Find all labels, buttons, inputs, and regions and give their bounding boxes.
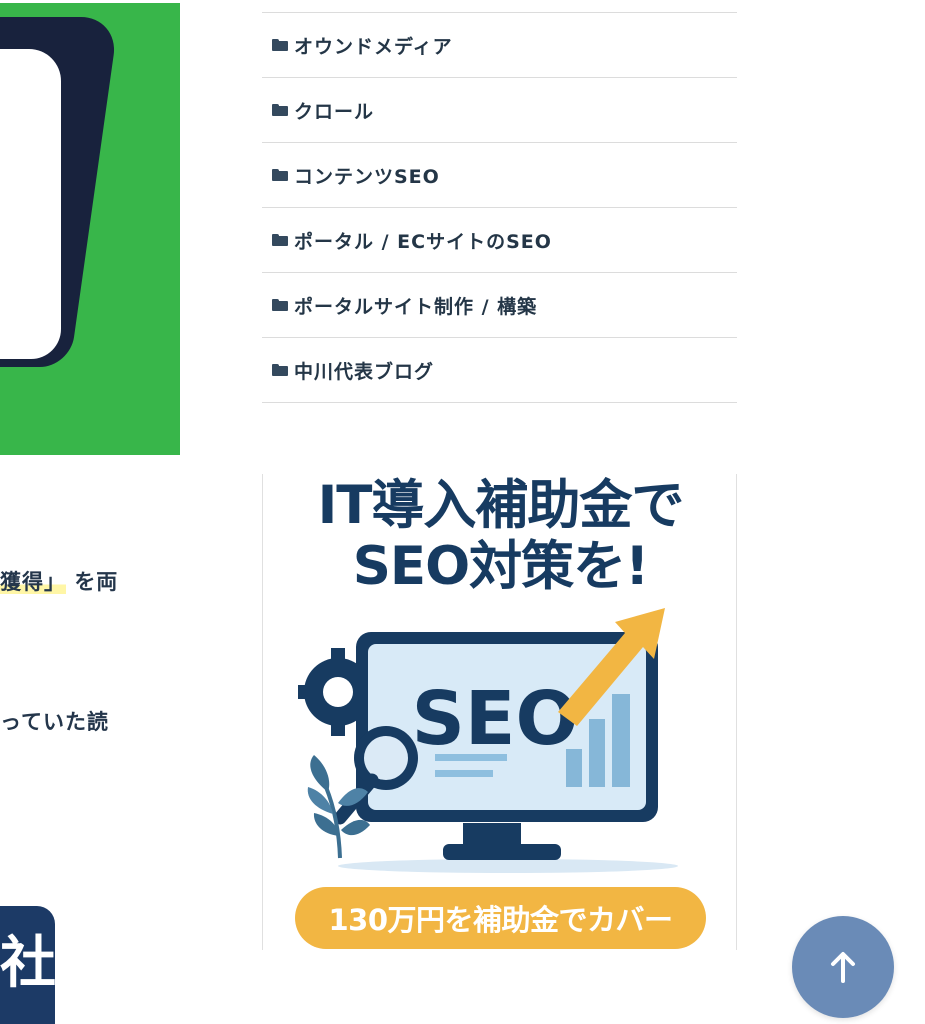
left-copy-text: を両 bbox=[74, 570, 119, 594]
category-label: ポータル / ECサイトのSEO bbox=[294, 230, 552, 253]
subsidy-cta-pill[interactable]: 130万円を補助金でカバー bbox=[295, 887, 706, 949]
folder-icon bbox=[272, 299, 288, 311]
category-label: コンテンツSEO bbox=[294, 165, 440, 188]
category-president-blog[interactable]: 中川代表ブログ bbox=[262, 338, 737, 403]
category-label: ポータルサイト制作 / 構築 bbox=[294, 295, 538, 318]
ad-title-line-2: SEO対策を! bbox=[352, 536, 650, 597]
category-content-seo[interactable]: コンテンツSEO bbox=[262, 143, 737, 208]
company-tile-text: 社 bbox=[0, 931, 55, 996]
category-crawl[interactable]: クロール bbox=[262, 78, 737, 143]
ad-title-line-1: IT導入補助金で bbox=[317, 475, 685, 536]
monitor-seo-text: SEO bbox=[412, 676, 579, 762]
category-list: オウンドメディア クロール コンテンツSEO ポータル / ECサイトのSEO … bbox=[262, 12, 737, 403]
company-tile: 社 bbox=[0, 906, 55, 1024]
inner-card: ーム 法 bbox=[0, 49, 61, 359]
left-copy-line-1: 獲得」 を両 bbox=[0, 566, 118, 596]
page: ーム 法 獲得」 を両 っていた読 社 オウンドメディア クロール コンテンツS… bbox=[0, 0, 925, 1024]
category-portal-ec-seo[interactable]: ポータル / ECサイトのSEO bbox=[262, 208, 737, 273]
category-label: 中川代表ブログ bbox=[294, 360, 435, 383]
arrow-up-icon bbox=[831, 952, 855, 983]
category-owned-media[interactable]: オウンドメディア bbox=[262, 13, 737, 78]
category-portal-site-build[interactable]: ポータルサイト制作 / 構築 bbox=[262, 273, 737, 338]
folder-icon bbox=[272, 39, 288, 51]
category-label: オウンドメディア bbox=[294, 35, 453, 58]
left-copy-line-2: っていた読 bbox=[0, 710, 109, 734]
folder-icon bbox=[272, 169, 288, 181]
folder-icon bbox=[272, 104, 288, 116]
folder-icon bbox=[272, 364, 288, 376]
highlighted-text: 獲得」 bbox=[0, 570, 66, 594]
folder-icon bbox=[272, 234, 288, 246]
left-green-banner: ーム 法 bbox=[0, 3, 180, 455]
it-subsidy-seo-banner[interactable]: IT導入補助金で SEO対策を! SEO 130万円を補助金でカバー bbox=[262, 474, 737, 950]
category-label: クロール bbox=[294, 100, 375, 123]
seo-monitor-illustration: SEO bbox=[298, 608, 678, 873]
back-to-top-button[interactable] bbox=[792, 916, 894, 1018]
